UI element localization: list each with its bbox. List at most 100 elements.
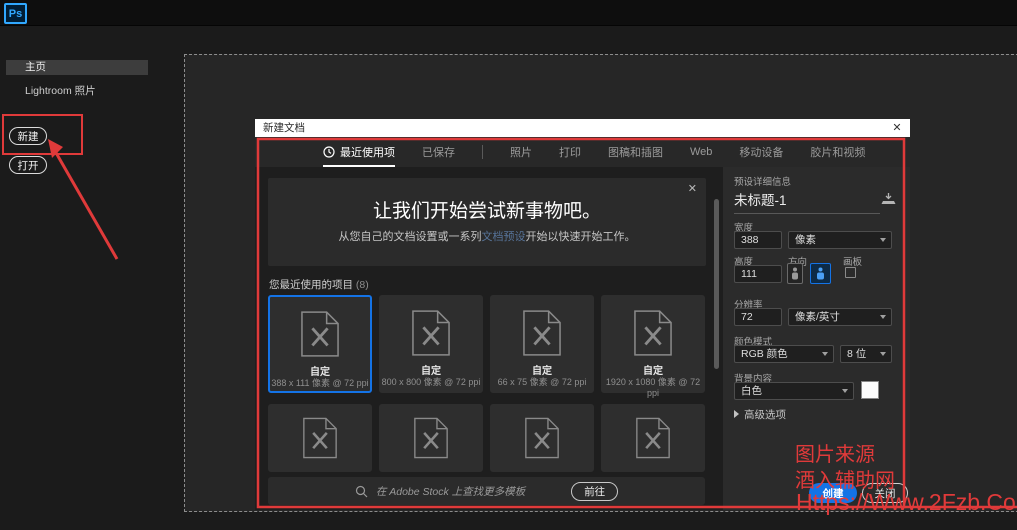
open-button[interactable]: 打开 — [9, 156, 47, 174]
chevron-down-icon — [842, 389, 848, 393]
document-template-icon — [523, 310, 561, 356]
resolution-input[interactable]: 72 — [734, 308, 782, 326]
background-color-swatch[interactable] — [861, 381, 879, 399]
banner-subtitle-before: 从您自己的文档设置或一系列 — [339, 231, 482, 243]
chevron-down-icon — [880, 352, 886, 356]
tab-label: 胶片和视频 — [810, 144, 865, 160]
recent-item-card-partial[interactable] — [490, 404, 594, 472]
adobe-stock-bar[interactable]: 在 Adobe Stock 上查找更多模板 前往 — [268, 477, 705, 505]
recent-item-card[interactable]: 自定66 x 75 像素 @ 72 ppi — [490, 295, 594, 393]
dialog-title: 新建文档 — [263, 119, 305, 137]
recent-item-card-partial[interactable] — [268, 404, 372, 472]
resolution-unit-select[interactable]: 像素/英寸 — [788, 308, 892, 326]
artboard-checkbox[interactable] — [845, 267, 856, 278]
document-template-icon — [634, 310, 672, 356]
bit-depth-select[interactable]: 8 位 — [840, 345, 892, 363]
background-select[interactable]: 白色 — [734, 382, 854, 400]
new-button[interactable]: 新建 — [9, 127, 47, 145]
annotation-arrow-head — [48, 139, 63, 158]
artboard-label: 画板 — [843, 254, 862, 268]
advanced-options-toggle[interactable]: 高级选项 — [734, 407, 786, 422]
tab-1[interactable]: 已保存 — [422, 137, 455, 167]
photoshop-logo: Ps — [4, 3, 27, 24]
bit-depth-value: 8 位 — [847, 348, 866, 360]
advanced-options-label: 高级选项 — [744, 409, 786, 421]
recent-item-card[interactable]: 自定388 x 111 像素 @ 72 ppi — [268, 295, 372, 393]
sidebar-item-home[interactable]: 主页 — [6, 60, 148, 75]
orientation-landscape-button[interactable] — [810, 263, 831, 284]
preset-heading: 预设详细信息 — [734, 174, 791, 188]
banner-subtitle-after: 开始以快速开始工作。 — [526, 231, 636, 243]
recent-items-heading-text: 您最近使用的项目 — [269, 279, 353, 291]
document-template-icon — [412, 310, 450, 356]
save-preset-icon[interactable] — [881, 193, 896, 211]
content-scrollbar[interactable] — [714, 199, 719, 369]
banner-close-icon[interactable]: ✕ — [688, 182, 697, 195]
tab-0[interactable]: 最近使用项 — [323, 137, 395, 167]
recent-items-heading: 您最近使用的项目 (8) — [269, 277, 369, 292]
orientation-portrait-button[interactable] — [787, 263, 803, 284]
tab-4[interactable]: 打印 — [559, 137, 581, 167]
card-spec: 66 x 75 像素 @ 72 ppi — [491, 375, 593, 388]
card-spec: 388 x 111 像素 @ 72 ppi — [270, 376, 370, 389]
card-spec: 1920 x 1080 像素 @ 72 ppi — [602, 375, 704, 398]
banner-subtitle: 从您自己的文档设置或一系列文档预设开始以快速开始工作。 — [268, 228, 706, 244]
recent-item-card[interactable]: 自定1920 x 1080 像素 @ 72 ppi — [601, 295, 705, 393]
document-template-icon — [301, 311, 339, 357]
document-template-icon — [636, 417, 670, 459]
dialog-content: ✕ 让我们开始尝试新事物吧。 从您自己的文档设置或一系列文档预设开始以快速开始工… — [255, 167, 723, 510]
clock-icon — [323, 146, 335, 158]
width-unit-value: 像素 — [795, 234, 816, 246]
annotation-arrow-line — [55, 151, 117, 259]
preset-details-panel: 预设详细信息 未标题-1 宽度 388 像素 高度 方向 画板 111 — [723, 167, 910, 510]
landscape-person-icon — [816, 267, 825, 280]
tab-label: 已保存 — [422, 144, 455, 160]
chevron-down-icon — [880, 238, 886, 242]
background-value: 白色 — [741, 385, 762, 397]
document-presets-link[interactable]: 文档预设 — [482, 231, 526, 243]
tab-label: 照片 — [510, 144, 532, 160]
color-mode-value: RGB 颜色 — [741, 348, 788, 360]
tab-label: 打印 — [559, 144, 581, 160]
tab-label: 图稿和插图 — [608, 144, 663, 160]
tab-label: 移动设备 — [739, 144, 783, 160]
recent-items-count: (8) — [356, 279, 369, 291]
width-unit-select[interactable]: 像素 — [788, 231, 892, 249]
document-template-icon — [525, 417, 559, 459]
tab-6[interactable]: Web — [690, 137, 712, 167]
tab-7[interactable]: 移动设备 — [739, 137, 783, 167]
document-template-icon — [303, 417, 337, 459]
dialog-tabs: 最近使用项 已保存 照片 打印 图稿和插图 Web 移动设备 胶片和视频 — [255, 137, 910, 167]
chevron-right-icon — [734, 410, 739, 418]
chevron-down-icon — [880, 315, 886, 319]
resolution-unit-value: 像素/英寸 — [795, 311, 840, 323]
create-button[interactable]: 创建 — [809, 483, 857, 503]
portrait-person-icon — [791, 267, 799, 280]
chevron-down-icon — [822, 352, 828, 356]
document-template-icon — [414, 417, 448, 459]
recent-item-card[interactable]: 自定800 x 800 像素 @ 72 ppi — [379, 295, 483, 393]
dialog-titlebar: 新建文档 ✕ — [255, 119, 910, 137]
search-icon — [355, 485, 368, 498]
stock-search-placeholder: 在 Adobe Stock 上查找更多模板 — [376, 484, 525, 499]
close-button[interactable]: 关闭 — [862, 483, 908, 503]
recent-item-card-partial[interactable] — [379, 404, 483, 472]
tab-label: Web — [690, 146, 712, 158]
app-titlebar: Ps — [0, 0, 1017, 26]
go-button[interactable]: 前往 — [571, 482, 618, 501]
color-mode-select[interactable]: RGB 颜色 — [734, 345, 834, 363]
tab-3[interactable]: 照片 — [510, 137, 532, 167]
document-name-input[interactable]: 未标题-1 — [734, 189, 880, 214]
tab-label: 最近使用项 — [340, 144, 395, 160]
recent-item-card-partial[interactable] — [601, 404, 705, 472]
photoshop-start-screen: Ps 主页 Lightroom 照片 新建 打开 新建文档 ✕ 最近使用项 已保存… — [0, 0, 1017, 530]
dialog-body: 最近使用项 已保存 照片 打印 图稿和插图 Web 移动设备 胶片和视频 ✕ 让我们开始尝试新… — [255, 137, 910, 510]
welcome-banner: ✕ 让我们开始尝试新事物吧。 从您自己的文档设置或一系列文档预设开始以快速开始工… — [268, 178, 706, 266]
tab-8[interactable]: 胶片和视频 — [810, 137, 865, 167]
height-input[interactable]: 111 — [734, 265, 782, 283]
tab-5[interactable]: 图稿和插图 — [608, 137, 663, 167]
card-spec: 800 x 800 像素 @ 72 ppi — [380, 375, 482, 388]
width-input[interactable]: 388 — [734, 231, 782, 249]
sidebar-item-lightroom[interactable]: Lightroom 照片 — [6, 84, 148, 99]
dialog-close-icon[interactable]: ✕ — [890, 119, 904, 137]
